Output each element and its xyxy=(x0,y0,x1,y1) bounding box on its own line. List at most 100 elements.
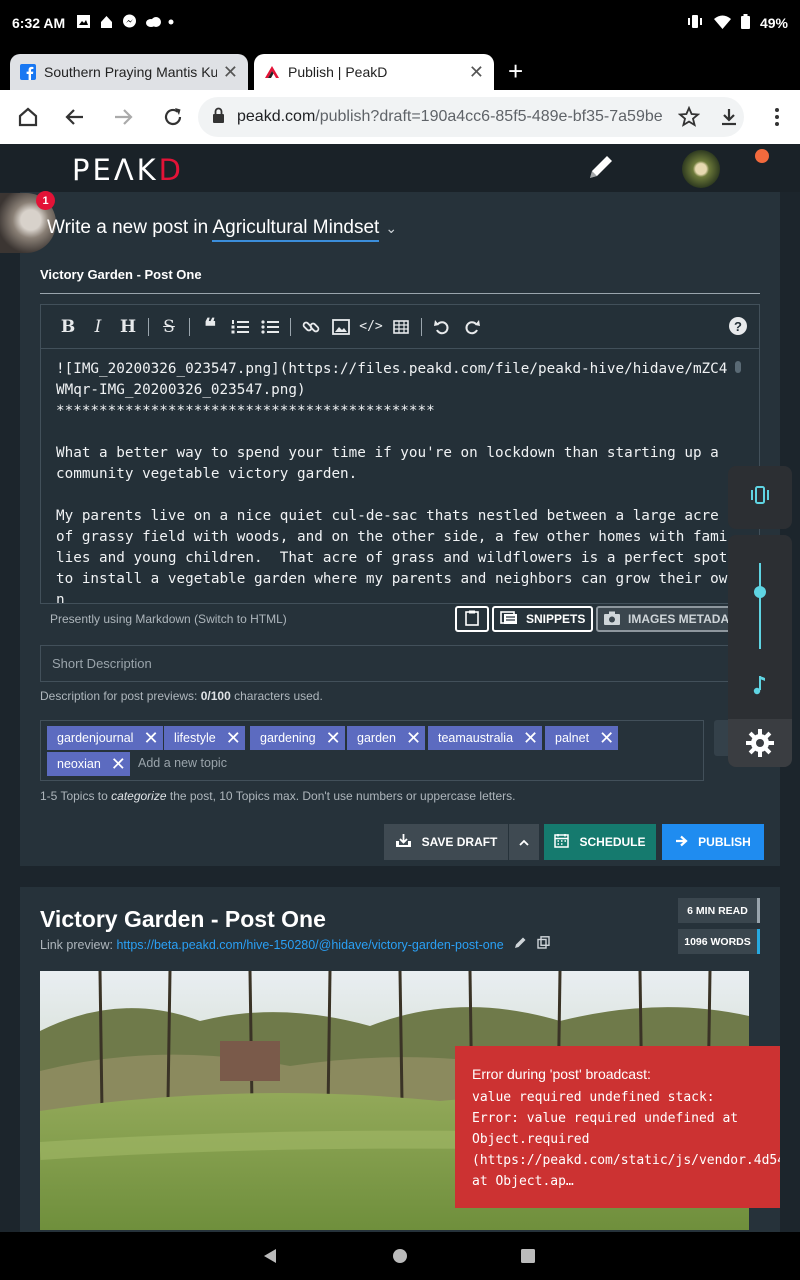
separator xyxy=(421,317,422,336)
volume-slider-track[interactable] xyxy=(759,563,761,649)
tab-title: Publish | PeakD xyxy=(288,64,388,80)
close-icon[interactable]: ✕ xyxy=(111,755,126,773)
post-title-input[interactable]: Victory Garden - Post One xyxy=(40,264,760,294)
quote-icon[interactable]: ❝ xyxy=(195,313,225,341)
cloud-icon xyxy=(145,14,161,29)
table-icon[interactable] xyxy=(386,313,416,341)
strikethrough-icon[interactable]: S xyxy=(154,313,184,341)
topics-note: 1-5 Topics to categorize the post, 10 To… xyxy=(40,789,516,803)
android-status-bar: 6:32 AM 49% xyxy=(0,0,800,48)
editor-toolbar: B I H S ❝ </> ? xyxy=(41,305,759,349)
close-icon[interactable]: ✕ xyxy=(469,62,484,83)
schedule-button[interactable]: SCHEDULE xyxy=(544,824,656,860)
messenger-icon xyxy=(122,14,137,29)
browser-tab-strip: Southern Praying Mantis Kung ✕ Publish |… xyxy=(0,48,800,90)
battery-percent: 49% xyxy=(759,15,788,31)
facebook-icon xyxy=(20,64,36,80)
home-icon[interactable] xyxy=(15,104,41,130)
add-topic-placeholder[interactable]: Add a new topic xyxy=(138,756,227,770)
peakd-logo[interactable]: PEΛKD xyxy=(72,153,184,187)
topic-tag: lifestyle ✕ xyxy=(164,726,245,750)
volume-slider-handle[interactable] xyxy=(754,586,766,599)
separator xyxy=(290,317,291,336)
new-tab-icon[interactable]: + xyxy=(508,56,523,87)
topics-input[interactable]: gardenjournal ✕ lifestyle ✕ gardening ✕ gar… xyxy=(40,720,704,781)
arrow-right-icon xyxy=(675,835,688,850)
topic-tag: neoxian ✕ xyxy=(47,752,130,776)
star-icon[interactable] xyxy=(676,104,702,130)
images-metadata-button[interactable]: IMAGES METADATA xyxy=(596,606,736,632)
ringer-mode-button[interactable] xyxy=(728,466,792,529)
status-icons xyxy=(76,14,174,29)
preview-url[interactable]: https://beta.peakd.com/hive-150280/@hida… xyxy=(116,938,503,952)
lock-icon xyxy=(212,107,225,128)
account-avatar[interactable] xyxy=(682,150,720,188)
pencil-icon[interactable] xyxy=(586,150,616,189)
editor-body[interactable]: ![IMG_20200326_023547.png](https://files… xyxy=(41,349,759,603)
close-icon[interactable]: ✕ xyxy=(226,729,241,747)
nav-recents-icon[interactable] xyxy=(520,1248,536,1269)
gallery-icon xyxy=(76,14,91,29)
redo-icon[interactable] xyxy=(457,313,487,341)
status-right: 49% xyxy=(686,14,788,32)
download-icon[interactable] xyxy=(716,104,742,130)
community-selector[interactable]: Agricultural Mindset xyxy=(212,217,380,242)
undo-icon[interactable] xyxy=(427,313,457,341)
nav-back-icon[interactable] xyxy=(262,1248,278,1269)
menu-icon[interactable] xyxy=(764,104,790,130)
description-note: Description for post previews: 0/100 cha… xyxy=(40,689,323,703)
topic-tag: gardenjournal ✕ xyxy=(47,726,163,750)
ordered-list-icon[interactable] xyxy=(225,313,255,341)
chevron-down-icon[interactable]: ⌄ xyxy=(385,220,397,236)
help-icon[interactable]: ? xyxy=(729,317,747,335)
heading-icon[interactable]: H xyxy=(113,313,143,341)
snippets-button[interactable]: SNIPPETS xyxy=(492,606,593,632)
edit-icon[interactable] xyxy=(514,936,527,952)
clock: 6:32 AM xyxy=(12,15,66,31)
nav-home-icon[interactable] xyxy=(392,1248,408,1269)
bold-icon[interactable]: B xyxy=(53,313,83,341)
close-icon[interactable]: ✕ xyxy=(326,729,341,747)
address-bar[interactable]: peakd.com/publish?draft=190a4cc6-85f5-48… xyxy=(198,97,744,137)
url-host: peakd.com xyxy=(237,108,316,125)
calendar-icon xyxy=(554,833,570,851)
publish-button[interactable]: PUBLISH xyxy=(662,824,764,860)
markdown-mode-note[interactable]: Presently using Markdown (Switch to HTML… xyxy=(50,612,287,626)
save-options-button[interactable] xyxy=(509,824,539,860)
image-icon[interactable] xyxy=(326,313,356,341)
back-icon[interactable] xyxy=(62,104,88,130)
topic-tag: garden ✕ xyxy=(347,726,426,750)
forward-icon[interactable] xyxy=(110,104,136,130)
close-icon[interactable]: ✕ xyxy=(599,729,614,747)
clipboard-button[interactable] xyxy=(455,606,489,632)
editor-scrollbar[interactable] xyxy=(735,361,741,373)
link-icon[interactable] xyxy=(296,313,326,341)
topic-tag: gardening ✕ xyxy=(250,726,345,750)
italic-icon[interactable]: I xyxy=(83,313,113,341)
camera-icon xyxy=(604,611,620,628)
code-icon[interactable]: </> xyxy=(356,313,386,341)
save-draft-icon xyxy=(395,833,412,851)
tab-facebook[interactable]: Southern Praying Mantis Kung ✕ xyxy=(10,54,248,90)
close-icon[interactable]: ✕ xyxy=(523,729,538,747)
gear-icon[interactable] xyxy=(728,719,792,767)
close-icon[interactable]: ✕ xyxy=(406,729,421,747)
description-count: 0/100 xyxy=(200,689,231,703)
snippets-icon xyxy=(500,610,518,628)
separator xyxy=(148,317,149,336)
error-message: value required undefined stack: Error: v… xyxy=(472,1090,780,1189)
short-description-input[interactable]: Short Description xyxy=(40,645,740,682)
notification-dot[interactable] xyxy=(755,149,769,163)
reload-icon[interactable] xyxy=(160,104,186,130)
close-icon[interactable]: ✕ xyxy=(223,62,238,83)
error-title: Error during 'post' broadcast: xyxy=(472,1066,651,1082)
link-preview: Link preview: https://beta.peakd.com/hiv… xyxy=(40,936,550,952)
unordered-list-icon[interactable] xyxy=(255,313,285,341)
close-icon[interactable]: ✕ xyxy=(143,729,158,747)
tab-peakd[interactable]: Publish | PeakD ✕ xyxy=(254,54,494,90)
error-toast[interactable]: Error during 'post' broadcast: value req… xyxy=(455,1046,780,1208)
save-draft-button[interactable]: SAVE DRAFT xyxy=(384,824,508,860)
copy-icon[interactable] xyxy=(536,936,550,952)
page-heading: Write a new post in Agricultural Mindset… xyxy=(47,217,397,242)
music-note-icon xyxy=(750,673,770,697)
